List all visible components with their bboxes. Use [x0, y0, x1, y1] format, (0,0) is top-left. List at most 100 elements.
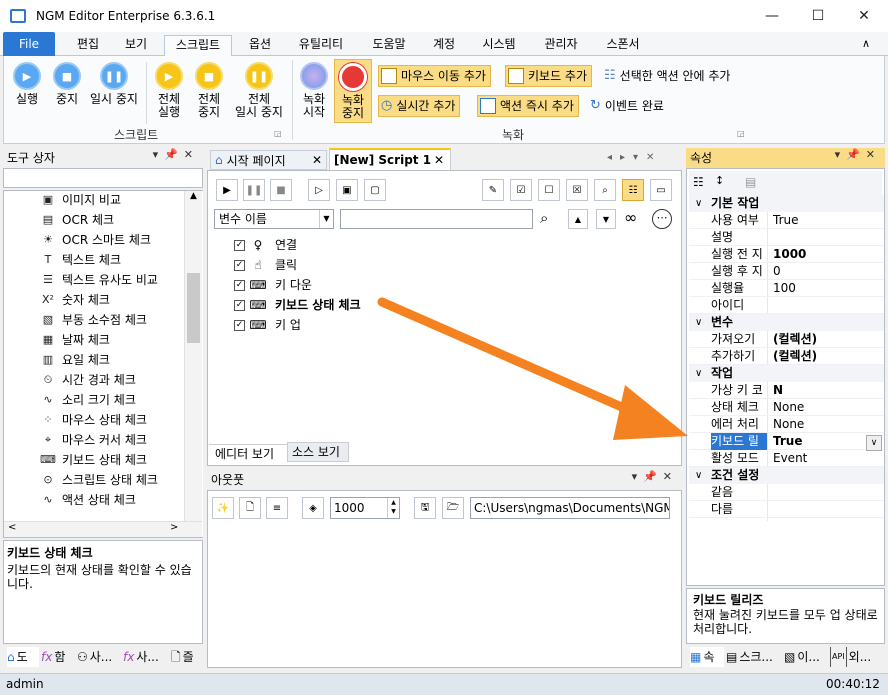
toolbox-item[interactable]: ⁘ 마우스 상태 체크: [40, 410, 147, 430]
editor-check-button[interactable]: ☐: [538, 179, 560, 201]
property-row[interactable]: 상태 체크 None: [689, 399, 884, 416]
categorized-icon[interactable]: ☷: [693, 175, 704, 189]
toolbox-item[interactable]: X² 숫자 체크: [40, 290, 110, 310]
toolbox-item[interactable]: ☰ 텍스트 유사도 비교: [40, 270, 158, 290]
editor-pause-button[interactable]: ❚❚: [243, 179, 265, 201]
property-category[interactable]: ∨ 작업: [689, 365, 884, 382]
property-category[interactable]: ∨ 조건 설정: [689, 467, 884, 484]
editor-check-all-button[interactable]: ☑: [510, 179, 532, 201]
panel-pin-close-icons[interactable]: ▾📌✕: [835, 148, 881, 161]
toolbox-item[interactable]: ⏲ 시간 경과 체크: [40, 370, 136, 390]
close-tab-icon[interactable]: ✕: [434, 153, 444, 167]
tab-script[interactable]: 스크립트: [164, 35, 232, 56]
toolbox-item[interactable]: T 텍스트 체크: [40, 250, 121, 270]
property-row[interactable]: 가상 키 코N: [689, 382, 884, 399]
toolbox-item[interactable]: ⊙ 스크립트 상태 체크: [40, 470, 158, 490]
property-row[interactable]: 활성 모드 Event: [689, 450, 884, 467]
toolbox-item[interactable]: ∿ 액션 상태 체크: [40, 490, 135, 510]
property-row[interactable]: 사용 여부 True: [689, 212, 884, 229]
group-launcher-icon[interactable]: ◲: [274, 129, 282, 138]
output-clear-button[interactable]: ✨: [212, 497, 234, 519]
tree-item[interactable]: ✓ ⌨ 키 업: [234, 315, 301, 335]
property-row[interactable]: 키보드 릴 True: [689, 433, 884, 450]
tab-edit[interactable]: 편집: [68, 35, 108, 56]
property-category[interactable]: ∨ 변수: [689, 314, 884, 331]
toolbox-hscrollbar[interactable]: < >: [4, 521, 202, 537]
pause-button[interactable]: ❚❚ 일시 중지: [86, 62, 142, 106]
property-row[interactable]: 가져오기 (컬렉션): [689, 331, 884, 348]
property-row[interactable]: 설명: [689, 229, 884, 246]
run-button[interactable]: ▶ 실행: [8, 62, 46, 106]
more-icon[interactable]: ⋯: [652, 209, 672, 229]
record-launcher-icon[interactable]: ◲: [737, 129, 745, 138]
event-complete-button[interactable]: ↻ 이벤트 완료: [588, 95, 668, 117]
checkbox[interactable]: ✓: [234, 259, 245, 271]
property-row[interactable]: 아이디: [689, 297, 884, 314]
tab-new-script[interactable]: [New] Script 1 ✕: [329, 148, 451, 170]
editor-monitor-button[interactable]: ▭: [650, 179, 672, 201]
variable-search-input[interactable]: [340, 209, 533, 229]
bottom-tab-image[interactable]: ▧ 이...: [784, 647, 828, 667]
bottom-tab-properties[interactable]: ▦ 속: [690, 647, 724, 667]
add-mouse-move-button[interactable]: 마우스 이동 추가: [378, 65, 491, 87]
infinity-icon[interactable]: ∞: [624, 208, 637, 227]
tab-help[interactable]: 도움말: [364, 35, 414, 56]
bottom-tab-user[interactable]: ⚇ 사...: [77, 647, 121, 667]
output-doc-button[interactable]: 🗋: [239, 497, 261, 519]
toolbox-item[interactable]: ▥ 요일 체크: [40, 350, 110, 370]
tab-view[interactable]: 보기: [116, 35, 156, 56]
bottom-tab-function[interactable]: fx 함: [41, 647, 75, 667]
record-stop-button[interactable]: 녹화 중지: [334, 59, 372, 123]
toolbox-item[interactable]: ▤ OCR 체크: [40, 210, 114, 230]
bottom-tab-script[interactable]: ▤ 스크...: [726, 647, 782, 667]
minimize-button[interactable]: —: [749, 0, 795, 32]
tree-item[interactable]: ✓ ⌨ 키보드 상태 체크: [234, 295, 361, 315]
panel-pin-close-icons[interactable]: ▾📌✕: [632, 470, 678, 483]
pause-all-button[interactable]: ❚❚ 전체 일시 중지: [230, 62, 288, 119]
property-pages-icon[interactable]: ▤: [745, 175, 756, 189]
tree-item[interactable]: ✓ ♀ 연결: [234, 235, 297, 255]
output-count-stepper[interactable]: 1000 ▲ ▼: [330, 497, 400, 519]
toolbox-item[interactable]: ⌖ 마우스 커서 체크: [40, 430, 147, 450]
sort-az-icon[interactable]: ↕: [715, 174, 724, 187]
tab-sponsor[interactable]: 스폰서: [598, 35, 648, 56]
property-row[interactable]: 실행율 100: [689, 280, 884, 297]
move-up-button[interactable]: ▲: [568, 209, 588, 229]
property-row[interactable]: 같음: [689, 484, 884, 501]
editor-find-button[interactable]: ⌕: [594, 179, 616, 201]
tab-utility[interactable]: 유틸리티: [290, 35, 352, 56]
maximize-button[interactable]: ☐: [795, 0, 841, 32]
toolbox-item[interactable]: ☀ OCR 스마트 체크: [40, 230, 151, 250]
bottom-tab-toolbox[interactable]: ⌂ 도: [7, 647, 39, 667]
output-path-field[interactable]: C:\Users\ngmas\Documents\NGM6\: [470, 497, 670, 519]
checkbox[interactable]: ✓: [234, 279, 245, 291]
bottom-tab-user-func[interactable]: fx 사...: [123, 647, 169, 667]
output-save-button[interactable]: 🖫: [414, 497, 436, 519]
add-realtime-button[interactable]: ◷ 실시간 추가: [378, 95, 461, 117]
bottom-tab-favorites[interactable]: 🗋 즐: [171, 647, 203, 667]
add-keyboard-button[interactable]: 키보드 추가: [505, 65, 593, 87]
property-row[interactable]: 추가하기 (컬렉션): [689, 348, 884, 365]
editor-play-button[interactable]: ▶: [216, 179, 238, 201]
tree-item[interactable]: ✓ ☝ 클릭: [234, 255, 297, 275]
variable-select[interactable]: 변수 이름 ▼: [214, 209, 334, 229]
search-icon[interactable]: ⌕: [540, 209, 548, 227]
tab-start-page[interactable]: ⌂ 시작 페이지 ✕: [210, 150, 327, 170]
tab-editor-view[interactable]: 에디터 보기: [209, 444, 287, 464]
output-open-folder-button[interactable]: 🗁: [442, 497, 464, 519]
output-list-button[interactable]: ≡: [266, 497, 288, 519]
editor-stop-button[interactable]: ■: [270, 179, 292, 201]
checkbox[interactable]: ✓: [234, 319, 245, 331]
panel-pin-close-icons[interactable]: ▾📌✕: [153, 148, 199, 161]
property-row[interactable]: 실행 전 지 1000: [689, 246, 884, 263]
checkbox[interactable]: ✓: [234, 299, 245, 311]
property-row[interactable]: 다름: [689, 501, 884, 518]
scrollbar-thumb[interactable]: [187, 273, 200, 343]
editor-step-button[interactable]: ▣: [336, 179, 358, 201]
tree-item[interactable]: ✓ ⌨ 키 다운: [234, 275, 312, 295]
toolbox-item[interactable]: ∿ 소리 크기 체크: [40, 390, 135, 410]
tab-admin[interactable]: 관리자: [536, 35, 586, 56]
add-in-selected-action-button[interactable]: ☷ 선택한 액션 안에 추가: [602, 65, 734, 87]
property-row[interactable]: 에러 처리 None: [689, 416, 884, 433]
property-dropdown-icon[interactable]: ∨: [866, 435, 882, 451]
